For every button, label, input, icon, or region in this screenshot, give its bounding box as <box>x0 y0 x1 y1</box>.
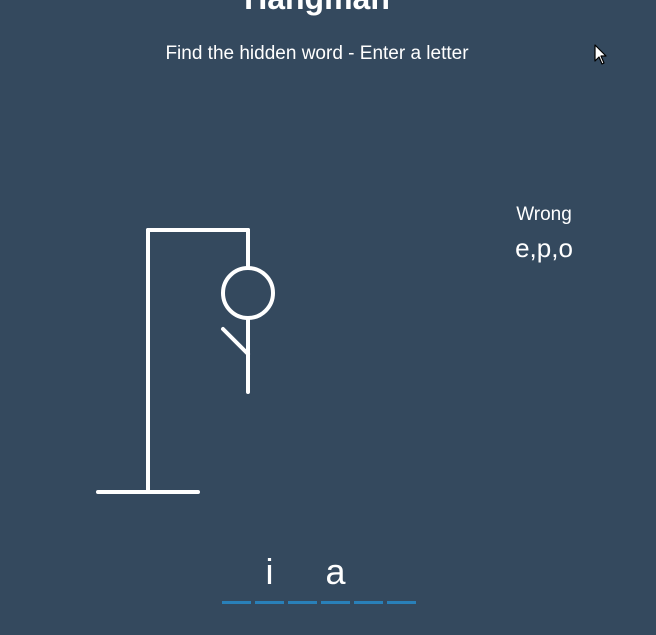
letter-slot: a <box>321 548 350 604</box>
game-screen: Hangman Find the hidden word - Enter a l… <box>0 0 656 635</box>
hangman-drawing <box>96 228 275 494</box>
letter-slot <box>354 548 383 604</box>
mouse-pointer-icon <box>594 44 607 65</box>
letter-slot <box>387 548 416 604</box>
letter-slot <box>222 548 251 604</box>
wrong-label: Wrong <box>516 204 572 225</box>
game-instructions: Find the hidden word - Enter a letter <box>165 43 469 64</box>
wrong-letters-panel: Wrong e,p,o <box>500 203 588 263</box>
letter-slot: i <box>255 548 284 604</box>
hidden-word: i a <box>222 548 416 604</box>
wrong-letters-list: e,p,o <box>515 233 573 263</box>
letter-slot <box>288 548 317 604</box>
figure-head <box>221 266 275 320</box>
figure-left-arm <box>221 327 250 356</box>
game-title: Hangman <box>0 0 634 18</box>
